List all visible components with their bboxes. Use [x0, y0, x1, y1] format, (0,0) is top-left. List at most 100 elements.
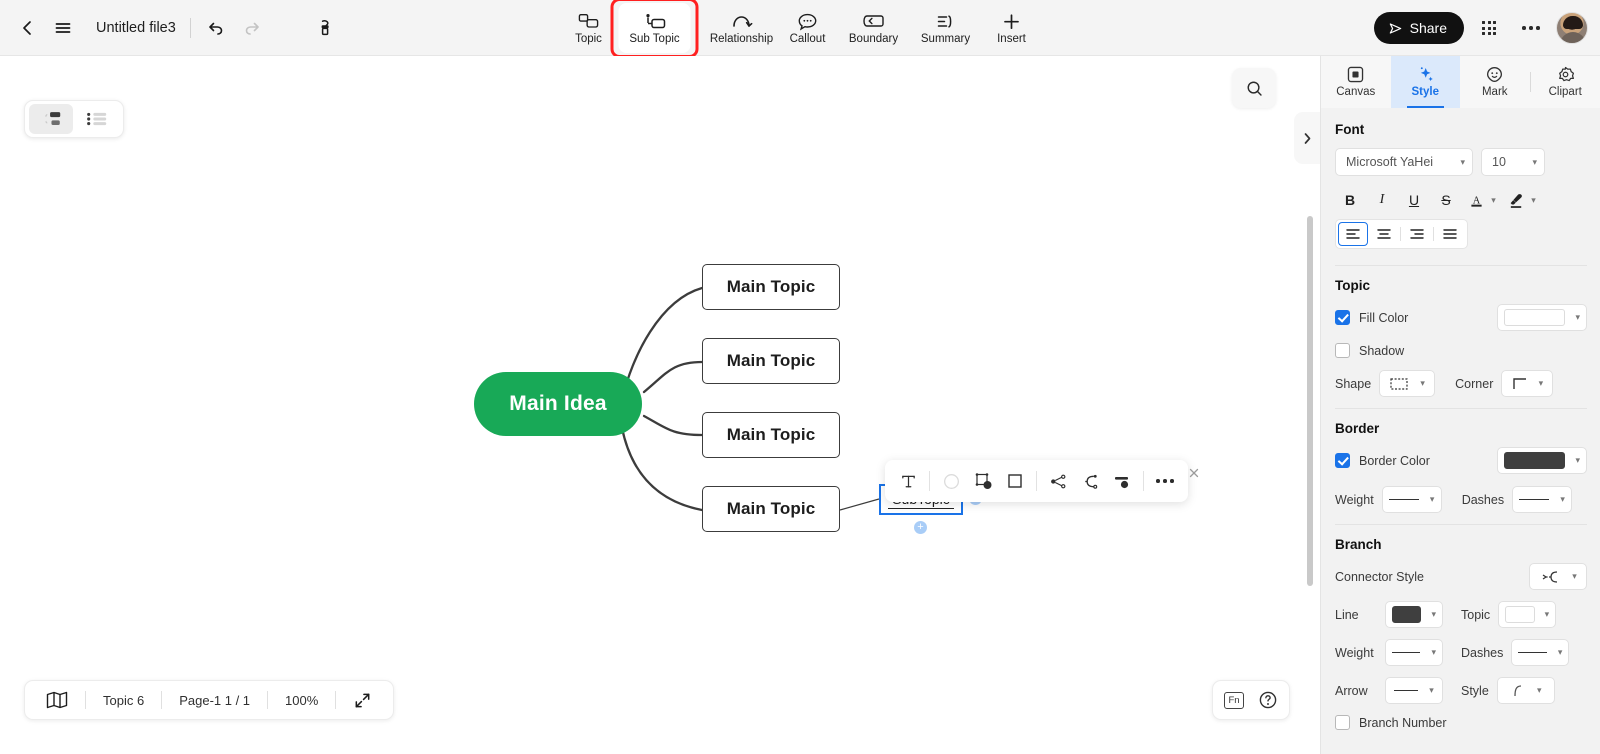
tab-label: Canvas: [1336, 86, 1376, 99]
format-painter-button[interactable]: [309, 11, 343, 45]
align-justify-button[interactable]: [1435, 222, 1465, 246]
close-floating-toolbar-button[interactable]: [1186, 465, 1202, 481]
mark-smiley-icon: [1485, 65, 1504, 84]
mindmap-canvas[interactable]: Main Idea Main Topic Main Topic Main Top…: [0, 56, 1320, 754]
tool-insert[interactable]: Insert: [982, 3, 1042, 53]
tab-canvas[interactable]: Canvas: [1321, 56, 1391, 108]
more-options-button[interactable]: [1514, 11, 1548, 45]
fill-color-select[interactable]: ▾: [1497, 304, 1587, 331]
border-color-checkbox[interactable]: [1335, 453, 1350, 468]
add-child-handle[interactable]: +: [914, 521, 927, 534]
line-style-tool-button[interactable]: [1107, 465, 1137, 497]
align-center-button[interactable]: [1369, 222, 1399, 246]
font-family-select[interactable]: Microsoft YaHei ▾: [1335, 148, 1473, 176]
line-weight-icon: [1112, 471, 1132, 491]
back-button[interactable]: [10, 11, 44, 45]
branch-tool-button[interactable]: [1075, 465, 1105, 497]
connector-tool-button[interactable]: [1043, 465, 1073, 497]
border-dashes-select[interactable]: ▾: [1512, 486, 1573, 513]
font-color-button[interactable]: A ▾: [1463, 187, 1501, 213]
border-weight-select[interactable]: ▾: [1381, 486, 1442, 513]
tool-relationship[interactable]: Relationship: [706, 3, 778, 53]
chevron-down-icon: ▾: [1420, 378, 1425, 388]
border-color-select[interactable]: ▾: [1497, 447, 1587, 474]
divider: [1036, 471, 1037, 491]
topic-count[interactable]: Topic 6: [86, 685, 161, 715]
branch-arrow-style-row: Arrow ▾ Style ▾: [1335, 677, 1587, 704]
connector-curve-icon: [1539, 570, 1561, 584]
branch-weight-select[interactable]: ▾: [1385, 639, 1443, 666]
float-more-button[interactable]: [1150, 465, 1180, 497]
branch-style-select[interactable]: ▾: [1496, 677, 1555, 704]
strikethrough-button[interactable]: S: [1431, 187, 1461, 213]
align-right-button[interactable]: [1402, 222, 1432, 246]
plus-icon: [1002, 11, 1022, 31]
text-highlight-button[interactable]: ▾: [1503, 187, 1541, 213]
tool-topic[interactable]: Topic: [559, 3, 619, 53]
apps-grid-button[interactable]: [1472, 11, 1506, 45]
main-topic-node-4[interactable]: Main Topic: [702, 486, 840, 532]
map-overview-icon: [46, 691, 68, 709]
align-left-icon: [1345, 227, 1361, 241]
branch-dashes-select[interactable]: ▾: [1511, 639, 1570, 666]
main-topic-node-2[interactable]: Main Topic: [702, 338, 840, 384]
shadow-checkbox[interactable]: [1335, 343, 1350, 358]
chevron-down-icon: ▾: [1532, 156, 1537, 167]
line-color-select[interactable]: ▾: [1385, 601, 1443, 628]
right-panel-tabs: Canvas Style Mark Clipart: [1321, 56, 1600, 108]
shape-fill-tool-button[interactable]: [968, 465, 998, 497]
zoom-level[interactable]: 100%: [268, 685, 335, 715]
bold-button[interactable]: B: [1335, 187, 1365, 213]
avatar[interactable]: [1556, 12, 1588, 44]
branch-topic-label: Topic: [1461, 607, 1491, 622]
main-topic-node-1[interactable]: Main Topic: [702, 264, 840, 310]
line-solid-icon: [1519, 499, 1550, 500]
ellipse-tool-button[interactable]: [936, 465, 966, 497]
root-topic-node[interactable]: Main Idea: [474, 372, 642, 436]
undo-button[interactable]: [199, 11, 233, 45]
italic-button[interactable]: I: [1367, 187, 1397, 213]
hamburger-menu-button[interactable]: [46, 11, 80, 45]
rectangle-tool-button[interactable]: [1000, 465, 1030, 497]
curve-style-icon: [1510, 684, 1526, 698]
help-button[interactable]: [1253, 685, 1283, 715]
underline-button[interactable]: U: [1399, 187, 1429, 213]
top-toolbar-right: Share: [1373, 0, 1588, 56]
main-topic-node-3[interactable]: Main Topic: [702, 412, 840, 458]
branch-number-checkbox[interactable]: [1335, 715, 1350, 730]
align-left-button[interactable]: [1338, 222, 1368, 246]
function-keys-button[interactable]: Fn: [1219, 685, 1249, 715]
line-color-swatch: [1392, 606, 1422, 623]
fit-screen-button[interactable]: [336, 685, 389, 715]
tool-summary[interactable]: Summary: [910, 3, 982, 53]
corner-square-icon: [1512, 377, 1528, 391]
tab-style[interactable]: Style: [1390, 56, 1460, 108]
divider: [929, 471, 930, 491]
map-overview-button[interactable]: [29, 685, 85, 715]
connector-style-row: Connector Style ▾: [1335, 563, 1587, 590]
tab-mark[interactable]: Mark: [1460, 56, 1530, 108]
topic-icon: [578, 11, 599, 31]
page-indicator[interactable]: Page-1 1 / 1: [162, 685, 267, 715]
fill-color-checkbox[interactable]: [1335, 310, 1350, 325]
tab-clipart[interactable]: Clipart: [1531, 56, 1600, 108]
shape-select[interactable]: ▾: [1379, 370, 1436, 397]
divider: [1335, 265, 1587, 266]
style-sparkle-icon: [1416, 65, 1435, 84]
corner-select[interactable]: ▾: [1501, 370, 1554, 397]
file-name[interactable]: Untitled file3: [82, 20, 188, 36]
branch-topic-color-select[interactable]: ▾: [1498, 601, 1557, 628]
share-button[interactable]: Share: [1373, 12, 1464, 44]
canvas-vertical-scrollbar[interactable]: [1307, 216, 1313, 586]
font-size-select[interactable]: 10 ▾: [1481, 148, 1545, 176]
border-weight-label: Weight: [1335, 492, 1374, 507]
tool-sub-topic[interactable]: Sub Topic: [610, 0, 699, 58]
connector-style-select[interactable]: ▾: [1529, 563, 1587, 590]
arrow-select[interactable]: ▾: [1385, 677, 1443, 704]
divider: [189, 17, 191, 38]
tool-callout[interactable]: Callout: [778, 3, 838, 53]
font-size-value: 10: [1492, 155, 1506, 169]
tool-boundary[interactable]: Boundary: [838, 3, 910, 53]
text-tool-button[interactable]: [893, 465, 923, 497]
redo-button[interactable]: [235, 11, 269, 45]
